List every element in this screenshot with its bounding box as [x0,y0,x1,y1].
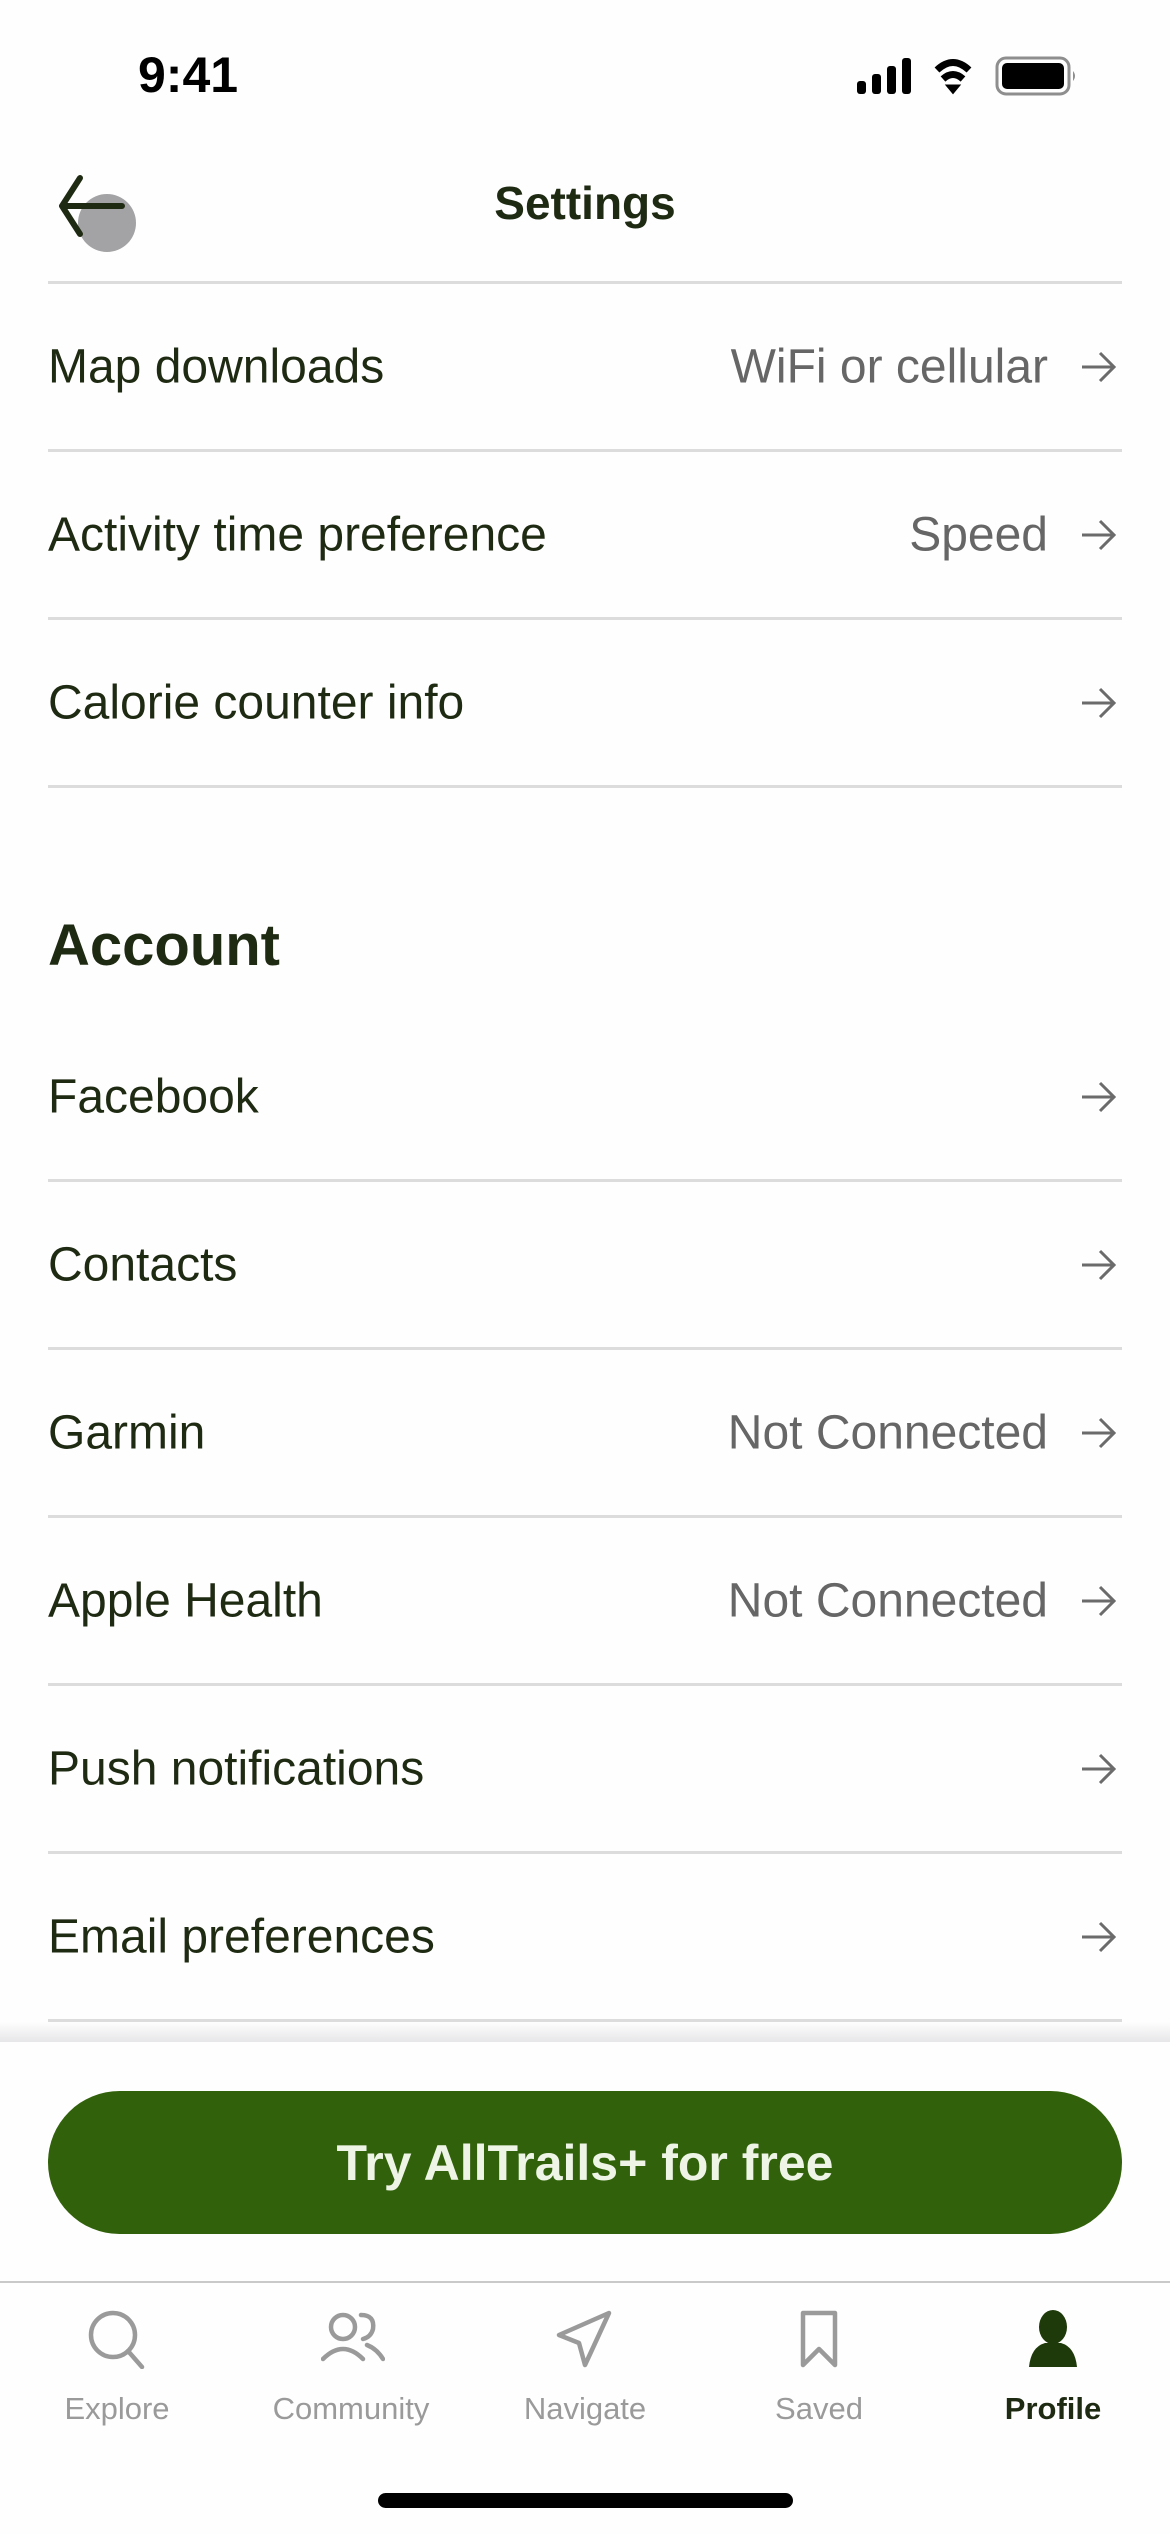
community-icon [321,2312,385,2362]
bottom-panel-shadow [0,2022,1170,2044]
tab-profile[interactable]: Profile [936,2283,1170,2453]
arrow-right-icon [1082,1249,1117,1280]
settings-row-activity-time-preference[interactable]: Activity time preference Speed [48,452,1122,617]
settings-row-calorie-counter-info[interactable]: Calorie counter info [48,620,1122,785]
row-label: Calorie counter info [48,676,465,729]
row-label: Activity time preference [48,508,547,561]
tab-navigate[interactable]: Navigate [468,2283,702,2453]
divider [48,785,1122,788]
settings-row-push-notifications[interactable]: Push notifications [48,1686,1122,1851]
profile-icon [1029,2310,1077,2367]
navigate-icon [556,2310,612,2368]
arrow-right-icon [1082,1585,1117,1616]
connection-status: Not Connected [727,1406,1048,1459]
connection-status: Not Connected [727,1574,1048,1627]
settings-row-garmin[interactable]: Garmin Not Connected [48,1350,1122,1515]
page-title: Settings [494,177,676,229]
row-label: Garmin [48,1406,206,1459]
tab-label: Explore [64,2391,170,2426]
settings-row-map-downloads[interactable]: Map downloads WiFi or cellular [48,284,1122,449]
tab-label: Navigate [523,2391,647,2426]
status-icons [855,55,1095,105]
arrow-right-icon [1082,519,1117,550]
arrow-right-icon [1082,1081,1117,1112]
try-alltrails-plus-button[interactable]: Try AllTrails+ for free [48,2091,1122,2234]
tab-label: Profile [1004,2391,1102,2426]
cellular-signal-icon [857,58,911,94]
settings-row-apple-health[interactable]: Apple Health Not Connected [48,1518,1122,1683]
tab-explore[interactable]: Explore [0,2283,234,2453]
status-bar: 9:41 [0,0,1170,150]
row-value: Speed [909,508,1048,561]
row-label: Facebook [48,1070,259,1123]
search-icon [88,2310,145,2369]
battery-icon [995,56,1075,96]
status-time: 9:41 [138,47,239,103]
arrow-right-icon [1082,1921,1117,1952]
arrow-right-icon [1082,351,1117,382]
settings-row-email-preferences[interactable]: Email preferences [48,1854,1122,2019]
home-indicator[interactable] [378,2493,793,2508]
tab-saved[interactable]: Saved [702,2283,936,2453]
tab-label: Saved [775,2391,863,2426]
arrow-right-icon [1082,1753,1117,1784]
arrow-right-icon [1082,1417,1117,1448]
row-label: Push notifications [48,1742,425,1795]
row-label: Map downloads [48,340,385,393]
settings-row-facebook[interactable]: Facebook [48,1014,1122,1179]
row-label: Contacts [48,1238,238,1291]
row-label: Apple Health [48,1574,323,1627]
row-label: Email preferences [48,1910,435,1963]
tab-label: Community [272,2391,430,2426]
row-value: WiFi or cellular [730,340,1048,393]
tab-community[interactable]: Community [234,2283,468,2453]
bookmark-icon [800,2310,838,2368]
wifi-icon [934,59,972,95]
arrow-right-icon [1082,687,1117,718]
settings-row-contacts[interactable]: Contacts [48,1182,1122,1347]
section-heading-account: Account [48,913,280,978]
